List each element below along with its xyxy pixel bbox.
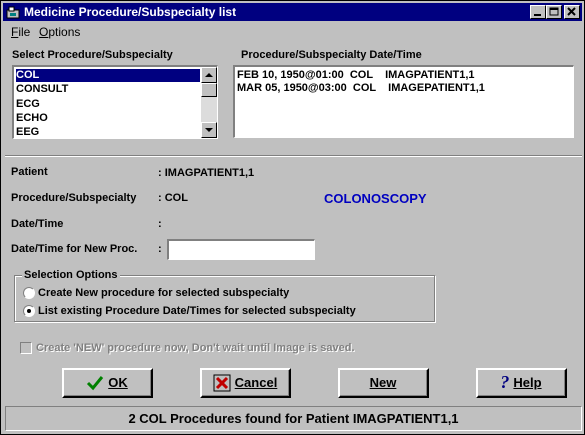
new-button-label: New bbox=[369, 375, 397, 390]
app-icon bbox=[6, 6, 20, 19]
create-new-radio[interactable] bbox=[23, 287, 35, 299]
procedure-list-item[interactable]: COL bbox=[16, 69, 200, 82]
procedure-value: : COL bbox=[158, 192, 188, 204]
arrow-up-icon bbox=[205, 73, 213, 77]
scroll-up-button[interactable] bbox=[201, 67, 217, 83]
cancel-button-label: Cancel bbox=[234, 375, 278, 390]
cancel-button-face: Cancel bbox=[202, 370, 289, 396]
menu-file-label: File bbox=[11, 25, 31, 39]
datetime-list-item[interactable]: FEB 10, 1950@01:00 COL IMAGPATIENT1,1 bbox=[237, 69, 475, 82]
datetime-label: Date/Time bbox=[11, 218, 64, 230]
procedure-list-item[interactable]: CONSULT bbox=[16, 83, 200, 96]
status-bar: 2 COL Procedures found for Patient IMAGP… bbox=[5, 406, 582, 431]
ok-button[interactable]: OK bbox=[62, 368, 153, 398]
procedure-list-label: Select Procedure/Subspecialty bbox=[12, 49, 173, 61]
new-proc-colon: : bbox=[158, 243, 162, 255]
selection-options-label: Selection Options bbox=[22, 269, 120, 281]
close-icon bbox=[567, 7, 576, 16]
checkmark-icon bbox=[87, 375, 104, 390]
datetime-listbox[interactable]: FEB 10, 1950@01:00 COL IMAGPATIENT1,1 MAR… bbox=[233, 65, 574, 138]
new-button-face: New bbox=[340, 370, 427, 396]
datetime-value: : bbox=[158, 218, 162, 230]
ok-button-label: OK bbox=[108, 375, 128, 390]
new-button[interactable]: New bbox=[338, 368, 429, 398]
procedure-list-scrollbar[interactable] bbox=[201, 67, 217, 138]
arrow-down-icon bbox=[205, 128, 213, 132]
divider bbox=[5, 155, 582, 157]
new-proc-datetime-input[interactable] bbox=[167, 239, 315, 260]
menu-file[interactable]: File bbox=[11, 25, 30, 39]
scroll-thumb[interactable] bbox=[201, 83, 217, 97]
help-button-face: ? Help bbox=[478, 370, 565, 396]
menu-options[interactable]: Options bbox=[39, 25, 80, 39]
datetime-list-label: Procedure/Subspecialty Date/Time bbox=[241, 49, 422, 61]
title-bar[interactable]: Medicine Procedure/Subspecialty list bbox=[3, 3, 582, 21]
ok-button-face: OK bbox=[64, 370, 151, 396]
maximize-button[interactable] bbox=[546, 5, 562, 19]
list-existing-radio-label[interactable]: List existing Procedure Date/Times for s… bbox=[38, 305, 356, 317]
procedure-name: COLONOSCOPY bbox=[324, 191, 427, 206]
window-title: Medicine Procedure/Subspecialty list bbox=[24, 5, 237, 19]
minimize-button[interactable] bbox=[530, 5, 546, 19]
menu-options-label: Options bbox=[39, 25, 81, 39]
create-now-checkbox[interactable] bbox=[20, 342, 32, 354]
cancel-button[interactable]: Cancel bbox=[200, 368, 291, 398]
question-mark-icon: ? bbox=[500, 372, 510, 392]
list-existing-radio[interactable] bbox=[23, 305, 35, 317]
close-button[interactable] bbox=[564, 5, 580, 19]
status-text: 2 COL Procedures found for Patient IMAGP… bbox=[128, 411, 459, 426]
create-now-checkbox-label[interactable]: Create 'NEW' procedure now, Don't wait u… bbox=[36, 342, 355, 354]
procedure-list-item[interactable]: ECHO bbox=[16, 112, 200, 125]
procedure-list-item[interactable]: ECG bbox=[16, 98, 200, 111]
minimize-icon bbox=[534, 14, 541, 16]
menu-bar: File Options bbox=[3, 23, 582, 41]
procedure-list-item[interactable]: EEG bbox=[16, 126, 200, 139]
create-new-radio-label[interactable]: Create New procedure for selected subspe… bbox=[38, 287, 289, 299]
maximize-icon bbox=[549, 7, 559, 16]
radio-selected-dot bbox=[27, 309, 31, 313]
window: Medicine Procedure/Subspecialty list Fil… bbox=[0, 0, 585, 435]
new-proc-label: Date/Time for New Proc. bbox=[11, 243, 138, 255]
patient-value: : IMAGPATIENT1,1 bbox=[158, 167, 255, 179]
help-button[interactable]: ? Help bbox=[476, 368, 567, 398]
procedure-label: Procedure/Subspecialty bbox=[11, 192, 137, 204]
help-button-label: Help bbox=[513, 375, 542, 390]
cancel-x-icon bbox=[213, 374, 231, 391]
datetime-list-item[interactable]: MAR 05, 1950@03:00 COL IMAGEPATIENT1,1 bbox=[237, 82, 485, 95]
patient-label: Patient bbox=[11, 166, 48, 178]
scroll-down-button[interactable] bbox=[201, 122, 217, 138]
procedure-listbox[interactable]: COL CONSULT ECG ECHO EEG bbox=[12, 65, 218, 139]
